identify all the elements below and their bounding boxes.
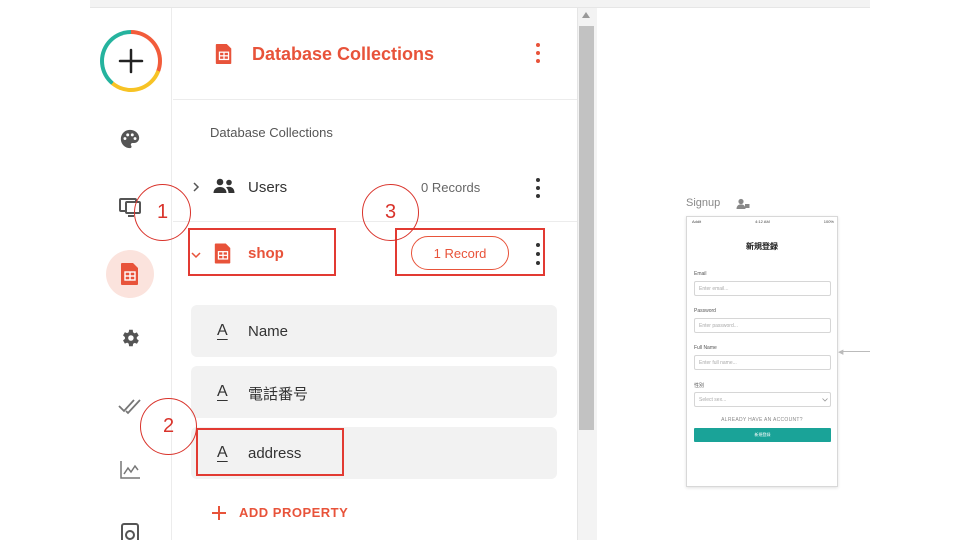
field-label: Password — [694, 308, 716, 314]
check-all-icon — [118, 399, 141, 415]
publish-button[interactable] — [112, 515, 148, 540]
scroll-up-arrow[interactable] — [582, 12, 590, 18]
database-button[interactable] — [106, 250, 154, 298]
full-name-field[interactable]: Enter full name... — [694, 355, 831, 370]
phone-screen-signup[interactable]: Addit 4:12 AM 100% 新規登録 Email Enter emai… — [686, 216, 838, 487]
password-field[interactable]: Enter password... — [694, 318, 831, 333]
database-icon — [215, 44, 232, 64]
user-lock-icon — [736, 198, 750, 209]
phone-title: 新規登録 — [746, 242, 778, 251]
text-type-icon: A — [217, 383, 228, 400]
property-label: Name — [248, 323, 289, 340]
email-field[interactable]: Enter email... — [694, 281, 831, 296]
analytics-icon — [120, 461, 140, 479]
field-label: 性別 — [694, 383, 705, 389]
users-icon — [213, 178, 235, 193]
panel-title-icon — [214, 42, 234, 71]
gear-icon — [123, 329, 139, 347]
add-icon — [118, 48, 144, 74]
analytics-button[interactable] — [112, 452, 148, 488]
add-property-label: ADD PROPERTY — [239, 505, 349, 520]
status-battery: 100% — [823, 219, 834, 224]
collection-records: 0 Records — [421, 180, 481, 195]
annotation-marker: 2 — [140, 398, 197, 455]
chevron-right-icon — [193, 182, 200, 192]
status-time: 4:12 AM — [755, 219, 770, 224]
section-label: Database Collections — [210, 125, 333, 140]
phone-status-bar: Addit 4:12 AM 100% — [692, 219, 834, 224]
annotation-marker: 3 — [362, 184, 419, 241]
collection-name: Users — [248, 179, 288, 196]
property-item[interactable] — [191, 366, 557, 418]
top-bar — [90, 0, 870, 8]
publish-icon — [121, 523, 139, 540]
collection-menu-button[interactable] — [534, 178, 542, 198]
property-item[interactable] — [191, 305, 557, 357]
plus-icon — [212, 506, 226, 520]
database-icon — [121, 263, 138, 285]
annotation-box — [395, 228, 545, 276]
annotation-box — [188, 228, 336, 276]
signup-button[interactable]: 新規登録 — [694, 428, 831, 442]
annotation-marker: 1 — [134, 184, 191, 241]
sex-select[interactable]: Select sex... — [694, 392, 831, 407]
scroll-thumb[interactable] — [579, 26, 594, 430]
status-carrier: Addit — [692, 219, 702, 224]
text-type-icon: A — [217, 322, 228, 339]
panel-title: Database Collections — [252, 44, 435, 64]
theme-button[interactable] — [112, 121, 148, 157]
connector-line — [840, 351, 870, 352]
add-button[interactable] — [100, 30, 162, 92]
already-have-account-link[interactable]: ALREADY HAVE AN ACCOUNT? — [687, 417, 837, 423]
screen-label: Signup — [686, 197, 721, 209]
connector-arrow-icon: ◀ — [838, 349, 844, 356]
field-label: Email — [694, 271, 707, 277]
palette-icon — [120, 129, 140, 149]
panel-menu-button[interactable] — [534, 43, 542, 63]
annotation-box — [196, 428, 344, 476]
settings-button[interactable] — [112, 320, 148, 356]
field-label: Full Name — [694, 345, 717, 351]
property-label: 電話番号 — [248, 386, 309, 403]
chevron-down-icon — [822, 398, 828, 402]
